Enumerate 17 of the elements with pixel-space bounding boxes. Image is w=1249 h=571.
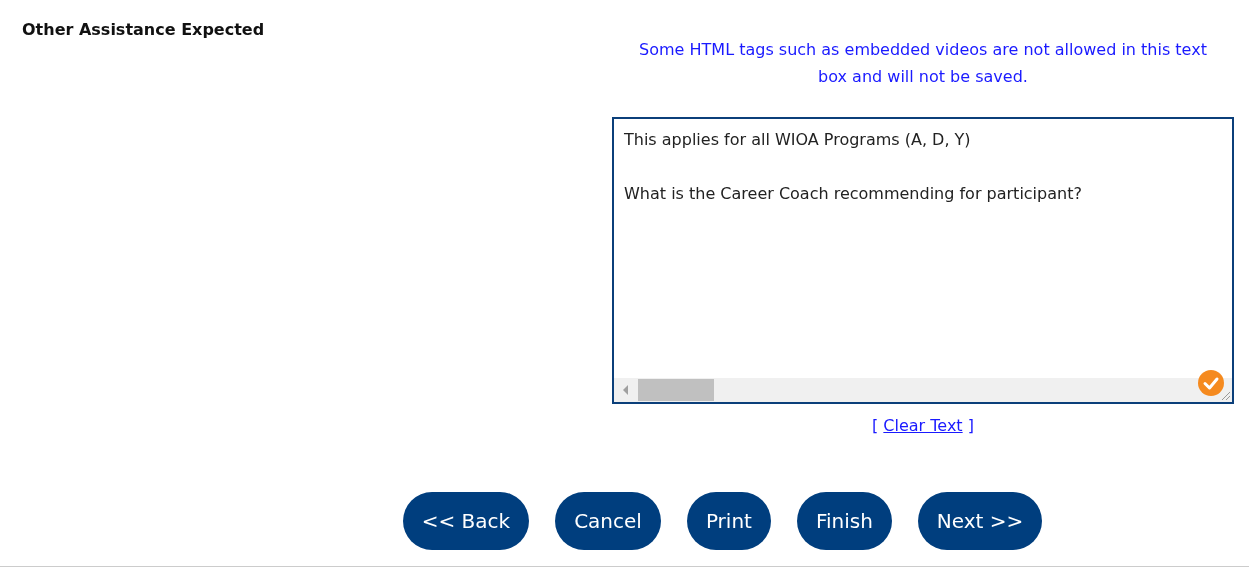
scroll-left-icon[interactable] [622,385,630,395]
nav-button[interactable]: Print [686,492,771,550]
bracket-text: [ [872,416,879,435]
notice-text: Some HTML tags such as embedded videos are not allowed in this text box and will not be saved. [638,39,1208,88]
nav-button[interactable]: Next >> [917,492,1043,550]
nav-button[interactable]: Finish [796,492,892,550]
nav-button[interactable]: << Back [402,492,530,550]
scrollbar-thumb[interactable] [638,379,714,401]
editor-text: What is the Career Coach recommending for participant? [624,183,1083,205]
text-editor[interactable]: This applies for all WIOA Programs (A, D, Y) What is the Career Coach recommending for participant? [612,117,1234,404]
clear-text-link[interactable]: Clear Text [883,416,963,435]
nav-button[interactable]: Cancel [555,492,661,550]
resize-grip-icon[interactable] [1219,389,1231,401]
bracket-text: ] [967,416,974,435]
editor-text: This applies for all WIOA Programs (A, D, Y) [624,129,972,151]
section-label: Other Assistance Expected [22,20,265,39]
horizontal-scrollbar[interactable] [614,378,1232,402]
